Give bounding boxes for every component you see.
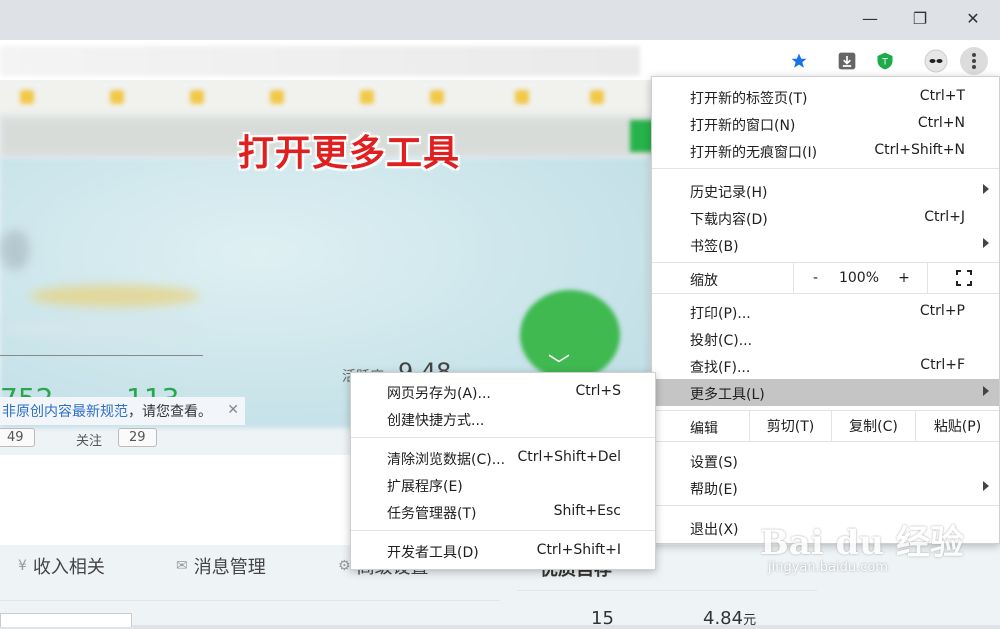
- submenu-create-shortcut[interactable]: 创建快捷方式...: [351, 405, 655, 432]
- profile-icon[interactable]: [923, 48, 949, 74]
- submenu-clear-data[interactable]: 清除浏览数据(C)... Ctrl+Shift+Del: [351, 444, 655, 471]
- chevron-right-icon: [983, 386, 989, 396]
- zoom-label: 缩放: [690, 273, 718, 289]
- tab-income-label: 收入相关: [32, 557, 105, 578]
- menu-edit-row: 编辑 剪切(T) 复制(C) 粘贴(P): [652, 411, 999, 441]
- notice-link[interactable]: 非原创内容最新规范: [2, 401, 128, 421]
- menu-history[interactable]: 历史记录(H): [652, 177, 999, 204]
- svg-text:T: T: [881, 56, 888, 67]
- menu-settings[interactable]: 设置(S): [652, 447, 999, 474]
- edit-label: 编辑: [690, 421, 718, 437]
- paste-button[interactable]: 粘贴(P): [915, 411, 999, 441]
- zoom-in-button[interactable]: +: [881, 263, 927, 293]
- menu-new-incognito[interactable]: 打开新的无痕窗口(I) Ctrl+Shift+N: [652, 137, 999, 164]
- mail-icon: ✉: [176, 558, 188, 574]
- menu-find[interactable]: 查找(F)... Ctrl+F: [652, 352, 999, 379]
- menu-downloads[interactable]: 下载内容(D) Ctrl+J: [652, 204, 999, 231]
- chevron-right-icon: [983, 481, 989, 491]
- close-icon[interactable]: ✕: [227, 402, 239, 418]
- menu-print[interactable]: 打印(P)... Ctrl+P: [652, 298, 999, 325]
- more-vert-icon[interactable]: [960, 47, 988, 75]
- submenu-task-manager[interactable]: 任务管理器(T) Shift+Esc: [351, 498, 655, 525]
- chrome-main-menu: 打开新的标签页(T) Ctrl+T 打开新的窗口(N) Ctrl+N 打开新的无痕窗…: [651, 76, 1000, 544]
- submenu-extensions[interactable]: 扩展程序(E): [351, 471, 655, 498]
- menu-bookmarks[interactable]: 书签(B): [652, 231, 999, 258]
- close-icon: ✕: [966, 8, 980, 28]
- right-num-1: 15: [591, 608, 614, 629]
- notice-text: ，请您查看。: [128, 404, 212, 420]
- star-icon[interactable]: [786, 48, 812, 74]
- follow-count[interactable]: 29: [118, 428, 157, 447]
- gear-icon: ⚙: [338, 558, 351, 574]
- menu-zoom-row: 缩放 - 100% +: [652, 263, 999, 293]
- fullscreen-icon: [955, 270, 972, 286]
- watermark-brand: Bai du 经验: [760, 523, 964, 563]
- baidu-watermark: Bai du 经验 jingyan.baidu.com: [760, 515, 964, 575]
- annotation-title: 打开更多工具: [238, 133, 461, 174]
- menu-help[interactable]: 帮助(E): [652, 474, 999, 501]
- minimize-button[interactable]: —: [845, 0, 895, 36]
- window-titlebar: — ❐ ✕: [0, 0, 1000, 40]
- notice-bar: 非原创内容最新规范 ，请您查看。 ✕: [0, 397, 245, 425]
- minimize-icon: —: [862, 8, 878, 28]
- follow-label: 关注: [76, 434, 103, 449]
- submenu-save-page[interactable]: 网页另存为(A)... Ctrl+S: [351, 378, 655, 405]
- address-bar[interactable]: [0, 46, 640, 76]
- yen-icon: ¥: [18, 558, 27, 574]
- chevron-right-icon: [983, 184, 989, 194]
- more-tools-submenu: 网页另存为(A)... Ctrl+S 创建快捷方式... 清除浏览数据(C)...…: [350, 372, 656, 570]
- zoom-out-button[interactable]: -: [793, 263, 837, 293]
- right-num-2: 4.84元: [703, 608, 757, 629]
- tab-messages-label: 消息管理: [193, 557, 266, 578]
- menu-new-tab[interactable]: 打开新的标签页(T) Ctrl+T: [652, 83, 999, 110]
- tab-messages[interactable]: ✉ 消息管理: [176, 553, 266, 579]
- menu-more-tools[interactable]: 更多工具(L): [652, 379, 999, 406]
- download-icon[interactable]: [834, 48, 860, 74]
- cut-button[interactable]: 剪切(T): [749, 411, 831, 441]
- restore-button[interactable]: ❐: [895, 0, 945, 36]
- bookmarks-bar: [0, 80, 660, 116]
- zoom-level: 100%: [838, 270, 880, 286]
- chevron-right-icon: [983, 238, 989, 248]
- close-window-button[interactable]: ✕: [948, 0, 998, 36]
- submenu-devtools[interactable]: 开发者工具(D) Ctrl+Shift+I: [351, 537, 655, 564]
- stat-box-left: 49: [0, 428, 35, 447]
- restore-icon: ❐: [912, 8, 928, 28]
- fullscreen-button[interactable]: [927, 263, 999, 293]
- tab-income[interactable]: ¥ 收入相关: [18, 553, 105, 579]
- menu-cast[interactable]: 投射(C)...: [652, 325, 999, 352]
- shield-extension-icon[interactable]: T: [872, 48, 898, 74]
- copy-button[interactable]: 复制(C): [831, 411, 915, 441]
- menu-new-window[interactable]: 打开新的窗口(N) Ctrl+N: [652, 110, 999, 137]
